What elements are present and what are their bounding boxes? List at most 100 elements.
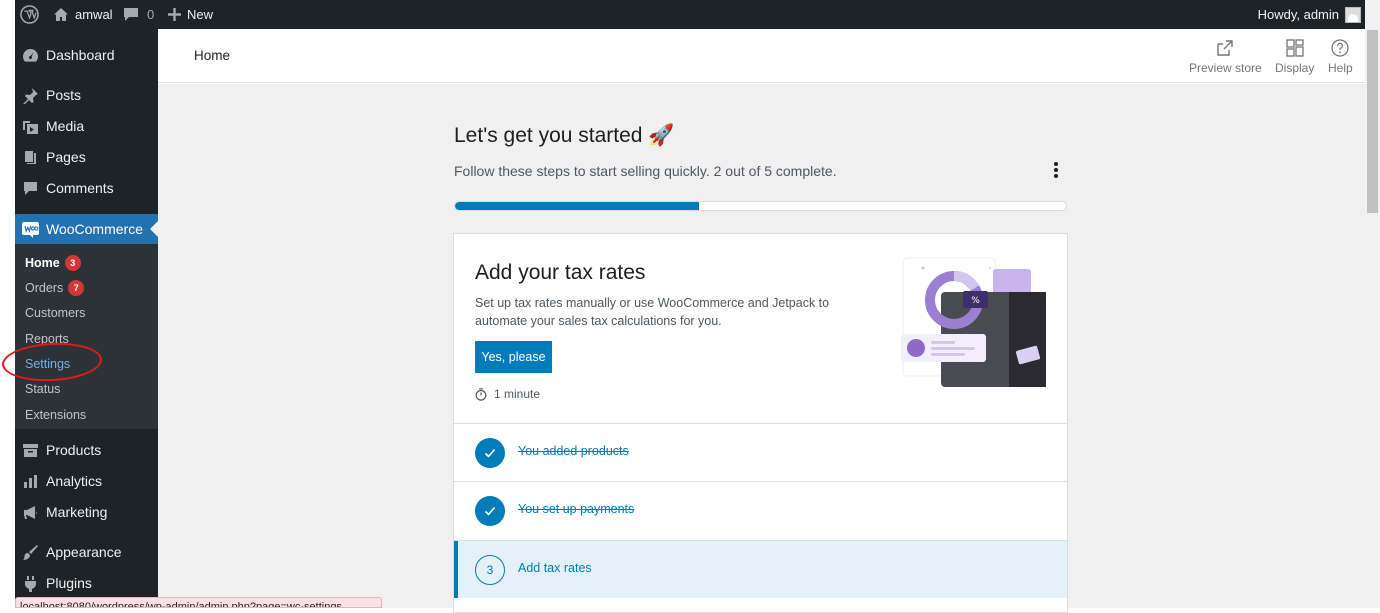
- preview-store-label: Preview store: [1189, 61, 1262, 75]
- task-label: Add tax rates: [518, 561, 592, 575]
- submenu-reports[interactable]: Reports: [25, 329, 69, 349]
- setup-title: Let's get you started 🚀: [454, 124, 675, 147]
- sidebar-item-label: Analytics: [46, 473, 103, 489]
- submenu-label: Status: [25, 382, 61, 396]
- pages-icon: [25, 151, 36, 164]
- comments-link[interactable]: 0: [123, 0, 154, 29]
- progress-fill: [455, 202, 700, 210]
- submenu-customers[interactable]: Customers: [25, 303, 85, 323]
- sidebar-item-label: WooCommerce: [46, 221, 143, 237]
- submenu-settings[interactable]: Settings: [25, 354, 70, 374]
- comment-icon: [124, 8, 138, 21]
- help-label: Help: [1328, 61, 1353, 75]
- submenu-label: Home: [25, 256, 60, 270]
- submenu-extensions[interactable]: Extensions: [25, 405, 86, 425]
- home-icon: [54, 8, 68, 21]
- task-card-title: Add your tax rates: [475, 261, 646, 284]
- plus-icon: [168, 8, 181, 21]
- timer-icon: [475, 387, 487, 401]
- more-options-icon[interactable]: [1046, 159, 1066, 181]
- sidebar-item-plugins[interactable]: Plugins: [15, 568, 158, 598]
- pin-icon: [23, 88, 38, 104]
- sidebar-item-label: Dashboard: [46, 47, 115, 63]
- window-edge: [0, 0, 15, 608]
- tax-illustration: %: [901, 257, 1046, 387]
- orders-badge: 7: [68, 280, 85, 296]
- help-button[interactable]: Help: [1328, 38, 1353, 75]
- products-icon: [23, 444, 38, 457]
- help-icon: [1331, 39, 1349, 57]
- sidebar-item-media[interactable]: Media: [15, 111, 158, 141]
- sidebar-item-label: Comments: [46, 180, 114, 196]
- submenu-home[interactable]: Home 3: [25, 253, 81, 273]
- new-content-link[interactable]: New: [168, 0, 213, 29]
- submenu-label: Customers: [25, 306, 86, 320]
- task-label: You set up payments: [518, 502, 635, 516]
- sidebar-item-label: Products: [46, 442, 102, 458]
- submenu-label: Reports: [25, 332, 69, 346]
- yes-please-button[interactable]: Yes, please: [475, 341, 552, 373]
- check-icon: [475, 496, 505, 526]
- sidebar-item-woocommerce[interactable]: WooCommerce: [15, 214, 158, 244]
- howdy-text: Howdy, admin: [1257, 7, 1339, 22]
- dashboard-icon: [23, 49, 39, 62]
- scrollbar-thumb[interactable]: [1367, 30, 1378, 213]
- sidebar-item-label: Posts: [46, 87, 82, 103]
- page-title: Home: [194, 48, 231, 63]
- sidebar-item-pages[interactable]: Pages: [15, 142, 158, 172]
- sidebar-item-products[interactable]: Products: [15, 435, 158, 465]
- account-menu[interactable]: Howdy, admin: [1258, 0, 1361, 29]
- sidebar-item-label: Media: [46, 118, 85, 134]
- setup-subtitle: Follow these steps to start selling quic…: [454, 163, 837, 179]
- task-item-payments[interactable]: You set up payments: [454, 481, 1067, 539]
- new-label: New: [187, 7, 214, 22]
- wordpress-logo-icon[interactable]: [20, 0, 40, 29]
- percent-label: %: [971, 296, 980, 306]
- check-icon: [475, 438, 505, 468]
- megaphone-icon: [24, 506, 37, 519]
- sidebar-item-dashboard[interactable]: Dashboard: [15, 40, 158, 70]
- analytics-icon: [24, 475, 37, 488]
- display-button[interactable]: Display: [1275, 38, 1314, 75]
- time-estimate-label: 1 minute: [494, 387, 541, 401]
- sidebar-item-posts[interactable]: Posts: [15, 80, 158, 110]
- comments-count: 0: [147, 7, 155, 22]
- sidebar-item-marketing[interactable]: Marketing: [15, 497, 158, 527]
- submenu-label: Extensions: [25, 408, 87, 422]
- woocommerce-submenu: Home 3 Orders 7 Customers Reports Settin…: [15, 244, 158, 429]
- woocommerce-icon: [22, 222, 39, 238]
- sidebar-item-label: Appearance: [46, 544, 122, 560]
- layout-icon: [1286, 39, 1304, 57]
- brush-icon: [23, 545, 38, 560]
- admin-sidebar: Dashboard Posts Media Pages Comments Woo…: [15, 29, 158, 608]
- task-item-tax-rates[interactable]: 3 Add tax rates: [454, 540, 1067, 598]
- site-name: amwal: [75, 7, 113, 22]
- submenu-label: Orders: [25, 281, 64, 295]
- sidebar-item-appearance[interactable]: Appearance: [15, 537, 158, 567]
- time-estimate: 1 minute: [475, 387, 540, 401]
- step-number: 3: [475, 555, 505, 585]
- task-card-description: Set up tax rates manually or use WooComm…: [475, 296, 830, 328]
- comments-icon: [24, 182, 37, 195]
- submenu-status[interactable]: Status: [25, 379, 60, 399]
- submenu-orders[interactable]: Orders 7: [25, 278, 85, 298]
- submenu-label: Settings: [25, 357, 71, 371]
- link-status-bar: localhost:8080/wordpress/wp-admin/admin.…: [15, 597, 382, 608]
- media-icon: [23, 121, 38, 134]
- preview-store-button[interactable]: Preview store: [1189, 38, 1262, 75]
- sidebar-item-analytics[interactable]: Analytics: [15, 466, 158, 496]
- avatar: [1345, 6, 1361, 23]
- display-label: Display: [1275, 61, 1315, 75]
- sidebar-item-label: Marketing: [46, 504, 108, 520]
- external-link-icon: [1217, 40, 1234, 56]
- site-name-link[interactable]: amwal: [53, 0, 113, 29]
- sidebar-item-comments[interactable]: Comments: [15, 173, 158, 203]
- home-badge: 3: [64, 255, 81, 271]
- admin-bar: amwal 0 New Howdy, admin: [15, 0, 1365, 29]
- wc-header: Home Preview store Display Help: [158, 29, 1365, 83]
- sidebar-item-label: Plugins: [46, 575, 92, 591]
- sidebar-item-label: Pages: [46, 149, 86, 165]
- setup-progress-bar: [454, 201, 1067, 211]
- task-label: You added products: [518, 444, 629, 458]
- task-item-products[interactable]: You added products: [454, 423, 1067, 481]
